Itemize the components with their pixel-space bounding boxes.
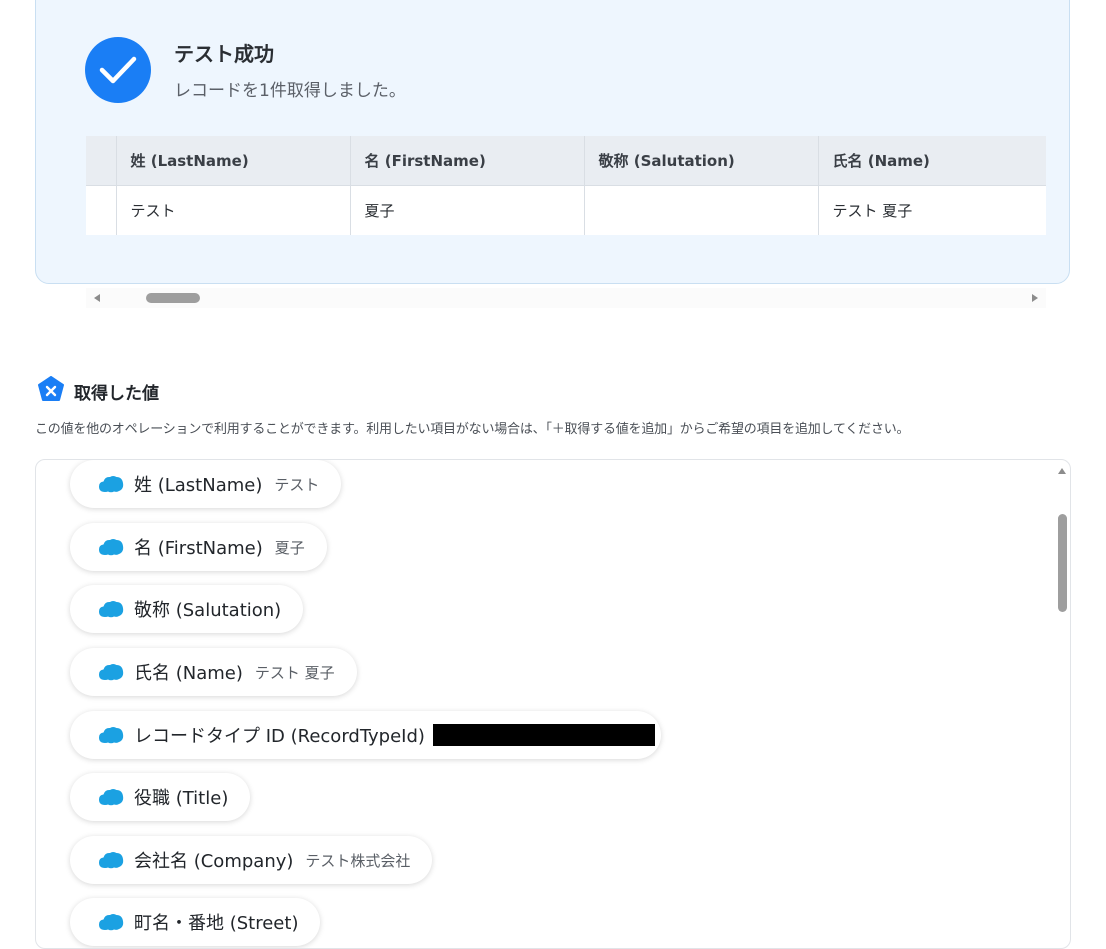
field-chip-value: 夏子 bbox=[274, 538, 305, 557]
table-header-cell: 敬称 (Salutation) bbox=[583, 136, 818, 186]
values-section-title: 取得した値 bbox=[74, 383, 159, 404]
field-chip-label: レコードタイプ ID (RecordTypeId) bbox=[134, 726, 425, 747]
field-chip-label: 氏名 (Name) bbox=[134, 663, 243, 684]
scrollbar-thumb[interactable] bbox=[146, 293, 200, 303]
field-chip-title[interactable]: 役職 (Title) bbox=[70, 773, 251, 821]
table-cell: テスト 夏子 bbox=[817, 185, 1046, 235]
table-row: テスト 夏子 テスト 夏子 bbox=[86, 185, 1046, 236]
field-chip-firstname[interactable]: 名 (FirstName) 夏子 bbox=[70, 523, 327, 571]
field-chip-label: 会社名 (Company) bbox=[134, 851, 294, 872]
scrollbar-thumb[interactable] bbox=[1058, 514, 1067, 612]
scroll-up-icon[interactable] bbox=[1058, 468, 1066, 474]
table-header-row: 姓 (LastName) 名 (FirstName) 敬称 (Salutatio… bbox=[86, 136, 1046, 186]
field-chip-label: 敬称 (Salutation) bbox=[134, 600, 282, 621]
salesforce-cloud-icon bbox=[98, 663, 124, 681]
table-cell: テスト bbox=[115, 185, 350, 235]
field-chip-label: 名 (FirstName) bbox=[134, 538, 263, 559]
horizontal-scrollbar[interactable] bbox=[86, 288, 1046, 308]
check-circle-icon bbox=[85, 37, 151, 103]
field-chip-value: テスト bbox=[274, 475, 320, 494]
field-chip-name[interactable]: 氏名 (Name) テスト 夏子 bbox=[70, 648, 357, 696]
table-header-cell: 氏名 (Name) bbox=[817, 136, 1046, 186]
table-cell bbox=[583, 185, 818, 235]
field-chip-value: テスト株式会社 bbox=[305, 851, 411, 870]
field-chip-recordtypeid[interactable]: レコードタイプ ID (RecordTypeId) bbox=[70, 711, 661, 759]
field-chip-label: 役職 (Title) bbox=[134, 788, 229, 809]
table-header-cell bbox=[86, 136, 116, 186]
salesforce-cloud-icon bbox=[98, 538, 124, 556]
table-header-cell: 名 (FirstName) bbox=[349, 136, 584, 186]
values-list-container[interactable]: 姓 (LastName) テスト 名 (FirstName) 夏子 敬称 (Sa… bbox=[35, 459, 1071, 949]
result-table: 姓 (LastName) 名 (FirstName) 敬称 (Salutatio… bbox=[86, 136, 1046, 235]
salesforce-cloud-icon bbox=[98, 913, 124, 931]
table-header-cell: 姓 (LastName) bbox=[115, 136, 350, 186]
field-chip-salutation[interactable]: 敬称 (Salutation) bbox=[70, 585, 304, 633]
table-cell: 夏子 bbox=[349, 185, 584, 235]
field-chip-label: 姓 (LastName) bbox=[134, 475, 263, 496]
field-chip-street[interactable]: 町名・番地 (Street) bbox=[70, 898, 321, 946]
salesforce-cloud-icon bbox=[98, 851, 124, 869]
values-section-header: 取得した値 bbox=[37, 376, 159, 406]
field-chip-value: テスト 夏子 bbox=[254, 663, 335, 682]
scroll-right-icon[interactable] bbox=[1032, 294, 1038, 302]
field-chip-company[interactable]: 会社名 (Company) テスト株式会社 bbox=[70, 836, 433, 884]
field-chip-lastname[interactable]: 姓 (LastName) テスト bbox=[70, 460, 342, 508]
salesforce-cloud-icon bbox=[98, 475, 124, 493]
field-chip-label: 町名・番地 (Street) bbox=[134, 913, 299, 934]
success-title: テスト成功 bbox=[174, 42, 274, 66]
salesforce-cloud-icon bbox=[98, 600, 124, 618]
salesforce-cloud-icon bbox=[98, 726, 124, 744]
success-subtitle: レコードを1件取得しました。 bbox=[174, 81, 406, 101]
salesforce-cloud-icon bbox=[98, 788, 124, 806]
redacted-value bbox=[432, 724, 655, 746]
vertical-scrollbar[interactable] bbox=[1055, 460, 1069, 948]
variable-hexagon-icon bbox=[37, 376, 65, 406]
scroll-left-icon[interactable] bbox=[94, 294, 100, 302]
values-section-description: この値を他のオペレーションで利用することができます。利用したい項目がない場合は、… bbox=[35, 422, 910, 437]
table-cell bbox=[86, 186, 116, 236]
